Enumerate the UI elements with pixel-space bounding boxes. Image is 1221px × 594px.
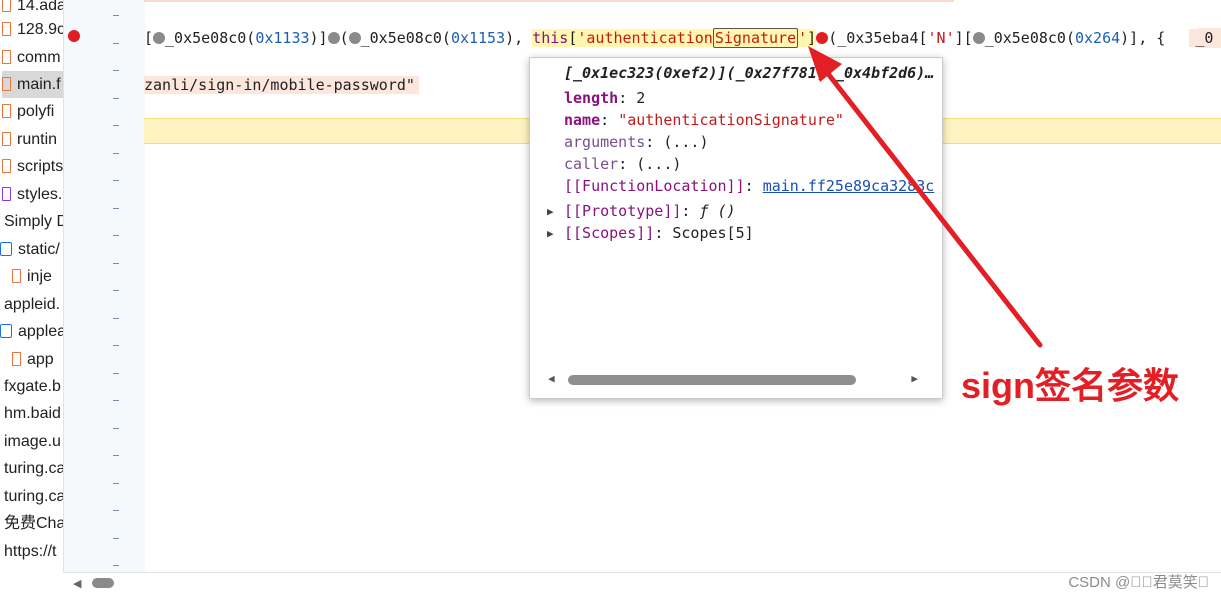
annotation-label: sign签名参数 bbox=[961, 365, 1180, 406]
annotation-arrow-icon bbox=[808, 46, 1043, 348]
